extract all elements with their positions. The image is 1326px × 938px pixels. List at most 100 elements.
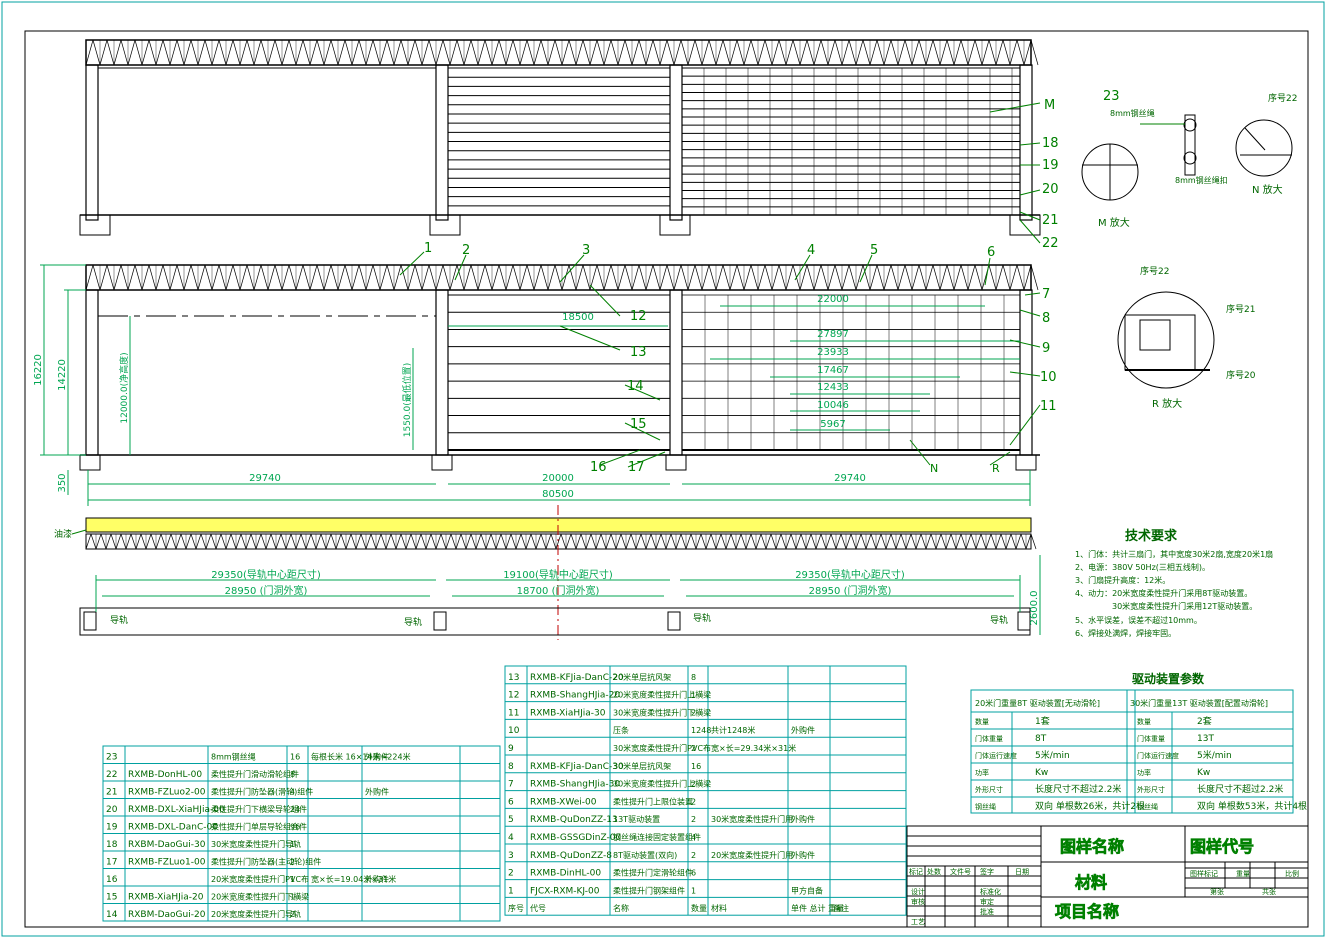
rail-label-4: 导轨: [990, 614, 1008, 626]
drive-cell: 外形尺寸: [1137, 785, 1165, 794]
bom-cell: 2: [691, 744, 696, 753]
dim-19100: 19100(导轨中心距尺寸): [503, 568, 613, 581]
bom-cell: 1: [691, 691, 696, 700]
bom-cell: 柔性提升门防坠器(滑轮)组件: [211, 787, 313, 797]
drive-cell: 门体重量: [1137, 734, 1165, 743]
title-weight: 重量: [1236, 870, 1250, 878]
bom-cell: 30米单层抗风架: [613, 761, 671, 771]
title-material: 材料: [1075, 873, 1107, 892]
bom-cell: 10: [508, 726, 520, 736]
bom-cell: RXMB-QuDonZZ-8: [530, 851, 612, 861]
dim-28950-left: 28950 (门洞外宽): [225, 584, 308, 597]
bom2-rows: 13 RXMB-KFJia-DanC-2020米单层抗风架 812 RXMB-Shan…: [504, 665, 907, 916]
drive-col2-head: 30米门重量13T 驱动装置[配置动滑轮]: [1130, 698, 1268, 708]
bom-cell: 8: [290, 770, 295, 779]
callout-5: 5: [870, 243, 878, 258]
bom-cell: 3: [508, 851, 514, 861]
detail-r: 序号22 序号21 序号20 R 放大: [1117, 265, 1256, 410]
tech-line-5: 30米宽度柔性提升门采用12T驱动装置。: [1112, 601, 1257, 611]
callout-12: 12: [630, 309, 647, 324]
bom-cell: 1248: [691, 726, 711, 735]
bom-cell: 1: [508, 886, 514, 896]
bom-cell: 1: [290, 875, 295, 884]
plan-dimensions: 29350(导轨中心距尺寸) 28950 (门洞外宽) 19100(导轨中心距尺…: [95, 555, 1041, 635]
main-right-panel: [681, 294, 1020, 451]
bom-cell: RXMB-GSSGDinZ-00: [530, 833, 621, 843]
tech-title: 技术要求: [1125, 528, 1178, 544]
plan-truss: [85, 533, 1037, 550]
drive-col1-head: 20米门重量8T 驱动装置[无动滑轮]: [975, 698, 1100, 708]
bom-cell: RXMB-DonHL-00: [128, 770, 202, 780]
dim-2600: 2600.0: [1029, 591, 1040, 626]
bom-cell: 外购件: [365, 787, 389, 797]
main-elevation: [79, 264, 1040, 471]
bom-cell: 柔性提升门上限位装置: [613, 796, 693, 806]
callout-17: 17: [628, 460, 645, 475]
bom-cell: 16: [290, 753, 300, 762]
title-role-design: 设计: [911, 887, 925, 896]
cad-drawing-sheet: M 18 19 20 21 22 16220 14220 350 12000.0…: [1, 1, 1325, 937]
callout-21: 21: [1042, 213, 1059, 228]
bom-cell: 1: [290, 840, 295, 849]
bom-cell: 30米宽度柔性提升门下横梁: [613, 707, 711, 717]
bom-cell: 13T驱动装置: [613, 814, 660, 824]
bom-cell: RXMB-DinHL-00: [530, 869, 601, 879]
drive-cell: 门体运行速度: [1137, 751, 1179, 760]
drive-cell: 13T: [1197, 734, 1214, 744]
bom-cell: 压条: [613, 725, 629, 735]
bom-table-left: 23 8mm钢丝绳 16 每根长米 16×14米=224米外购件22 RXMB-DonH…: [102, 745, 501, 922]
bom-cell: 18: [106, 840, 118, 850]
title-block: 图样名称 图样代号 材料 项目名称 图样标记 重量 比例 第张 共张 标记 处数…: [906, 825, 1309, 928]
bom-cell: 20: [106, 805, 118, 815]
title-col-date: 日期: [1015, 868, 1029, 876]
bom-cell: RXMB-ShangHJia-20: [530, 691, 620, 701]
rail-label-1: 导轨: [110, 614, 128, 626]
bom-cell: 8T驱动装置(双向): [613, 850, 677, 860]
bom-cell: 每根长米 16×14米=224米: [311, 752, 411, 762]
title-role-process: 工艺: [911, 918, 925, 926]
drive-cell: 双向 单根数26米，共计2根: [1035, 800, 1145, 812]
top-elevation: [79, 39, 1041, 236]
bom-cell: RXMB-XWei-00: [530, 797, 597, 807]
drive-cell: 外形尺寸: [975, 785, 1003, 794]
bom-cell: 4: [691, 833, 696, 842]
drive-cell: Kw: [1035, 768, 1048, 778]
drive-cell: 功率: [1137, 768, 1151, 777]
drive-cell: 1套: [1035, 715, 1050, 727]
bom-cell: 柔性提升门钢架组件: [613, 885, 685, 895]
bom-table-right: 13 RXMB-KFJia-DanC-2020米单层抗风架 812 RXMB-Shan…: [504, 665, 907, 916]
bom-cell: 2: [691, 780, 696, 789]
detail-r-seq20: 序号20: [1226, 369, 1256, 381]
title-stage: 图样标记: [1190, 869, 1218, 878]
bom-cell: 15: [106, 893, 117, 903]
bom-cell: 23: [106, 753, 117, 763]
drive-cell: Kw: [1197, 768, 1210, 778]
dim-17467: 17467: [817, 365, 849, 376]
drive-cell: 8T: [1035, 734, 1047, 744]
callout-9: 9: [1042, 341, 1050, 356]
detail-r-seq22: 序号22: [1140, 265, 1169, 277]
bom-cell: 柔性提升门滑动滑轮组件: [211, 769, 299, 779]
title-role-std: 标准化: [980, 887, 1001, 896]
bom-cell: 宽×长=29.34米×31米: [711, 743, 796, 753]
callout-11: 11: [1040, 399, 1057, 414]
callout-3: 3: [582, 243, 590, 258]
callout-n: N: [930, 462, 938, 475]
bom-cell: 13: [508, 673, 519, 683]
dim-29740-right: 29740: [834, 473, 866, 484]
bom-header-cell: 数量: [691, 903, 707, 913]
callout-6: 6: [987, 245, 995, 260]
bom-cell: 2: [508, 869, 514, 879]
top-right-panel: [681, 67, 1020, 216]
tech-line-6: 5、水平误差，误差不超过10mm。: [1075, 615, 1202, 625]
dim-27897: 27897: [817, 329, 849, 340]
bom-cell: 外购件: [791, 850, 815, 860]
drive-cell: 双向 单根数53米，共计4根: [1197, 800, 1307, 812]
bom-cell: 2: [691, 851, 696, 860]
callout-8: 8: [1042, 311, 1050, 326]
bom-cell: 2: [691, 708, 696, 717]
dim-18500: 18500: [562, 312, 594, 323]
bom-header-cell: 名称: [613, 903, 629, 913]
tech-line-3: 3、门扇提升高度：12米。: [1075, 575, 1170, 585]
drive-title: 驱动装置参数: [1132, 671, 1205, 686]
